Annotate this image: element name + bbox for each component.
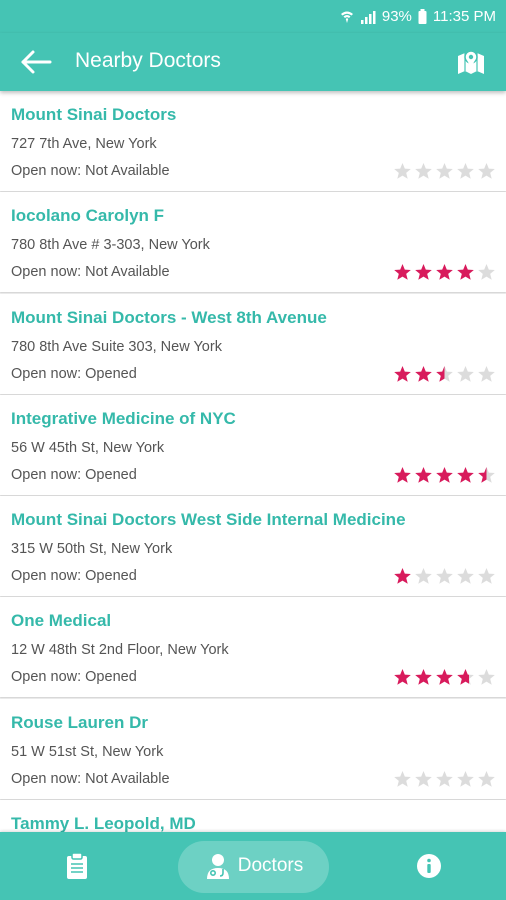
doctor-address: 780 8th Ave # 3-303, New York	[11, 237, 210, 254]
app-bar: Nearby Doctors	[0, 33, 506, 91]
rating-stars	[393, 567, 496, 585]
open-status: Open now: Opened	[11, 568, 137, 585]
star-icon	[394, 568, 411, 584]
rating-stars	[393, 263, 496, 281]
star-icon	[436, 466, 453, 483]
star-icon	[394, 365, 411, 382]
doctor-address: 315 W 50th St, New York	[11, 541, 173, 558]
doctor-card[interactable]: Mount Sinai Doctors West Side Internal M…	[0, 496, 506, 597]
star-icon	[457, 770, 474, 787]
star-icon	[478, 669, 495, 686]
status-bar: 93% 11:35 PM	[0, 0, 506, 33]
star-icon	[478, 568, 495, 584]
doctor-card[interactable]: Mount Sinai Doctors 727 7th Ave, New York…	[0, 91, 506, 191]
rating-stars	[393, 668, 496, 686]
doctor-icon	[206, 854, 229, 879]
doctor-card[interactable]: Rouse Lauren Dr 51 W 51st St, New York Ope…	[0, 698, 506, 799]
doctor-card[interactable]: Mount Sinai Doctors - West 8th Avenue 780…	[0, 293, 506, 394]
star-icon	[415, 669, 432, 686]
doctor-name[interactable]: Integrative Medicine of NYC	[11, 409, 236, 429]
open-status: Open now: Opened	[11, 669, 137, 686]
doctor-name[interactable]: Tammy L. Leopold, MD	[11, 814, 196, 832]
battery-percent: 93%	[381, 8, 412, 25]
doctor-name[interactable]: Mount Sinai Doctors West Side Internal M…	[11, 510, 406, 530]
star-icon	[436, 669, 453, 686]
doctor-list: Mount Sinai Doctors 727 7th Ave, New York…	[0, 91, 506, 832]
doctor-address: 12 W 48th St 2nd Floor, New York	[11, 642, 229, 659]
star-icon	[394, 264, 411, 281]
star-icon	[415, 365, 432, 382]
nav-item-doctors[interactable]: Doctors	[178, 832, 329, 900]
doctor-address: 51 W 51st St, New York	[11, 743, 164, 760]
star-icon	[436, 163, 453, 179]
doctor-address: 56 W 45th St, New York	[11, 439, 165, 456]
star-icon	[478, 770, 495, 787]
star-icon	[394, 466, 411, 483]
doctor-card[interactable]: One Medical 12 W 48th St 2nd Floor, New Y…	[0, 597, 506, 698]
star-icon	[436, 568, 453, 584]
bottom-navigation: Doctors	[0, 832, 506, 900]
signal-icon	[360, 10, 376, 24]
star-icon	[478, 264, 495, 281]
open-status: Open now: Not Available	[11, 264, 170, 281]
doctor-name[interactable]: Rouse Lauren Dr	[11, 713, 148, 733]
arrow-left-icon	[21, 50, 52, 74]
wifi-icon	[340, 11, 353, 23]
star-icon	[436, 770, 453, 787]
star-icon	[415, 264, 432, 281]
star-icon	[457, 466, 474, 483]
doctor-address: 780 8th Ave Suite 303, New York	[11, 338, 222, 355]
doctor-card[interactable]: Integrative Medicine of NYC 56 W 45th St,…	[0, 394, 506, 495]
doctor-name[interactable]: One Medical	[11, 611, 111, 631]
open-status: Open now: Not Available	[11, 163, 170, 179]
doctor-card[interactable]: Iocolano Carolyn F 780 8th Ave # 3-303, N…	[0, 192, 506, 293]
star-icon	[415, 466, 432, 483]
open-status: Open now: Opened	[11, 365, 137, 382]
star-icon	[478, 466, 495, 483]
map-marker-icon	[458, 50, 484, 74]
nav-item-list[interactable]	[40, 832, 114, 900]
open-status: Open now: Opened	[11, 466, 137, 483]
star-icon	[394, 669, 411, 686]
page-title: Nearby Doctors	[75, 49, 221, 72]
doctor-name[interactable]: Mount Sinai Doctors - West 8th Avenue	[11, 308, 327, 328]
star-icon	[478, 365, 495, 382]
open-status: Open now: Not Available	[11, 770, 170, 787]
star-icon	[415, 770, 432, 787]
star-icon	[394, 163, 411, 179]
clipboard-icon	[67, 852, 87, 879]
rating-stars	[393, 466, 496, 484]
rating-stars	[393, 162, 496, 180]
battery-icon	[418, 9, 427, 24]
star-icon	[457, 365, 474, 382]
star-icon	[478, 163, 495, 179]
rating-stars	[393, 770, 496, 788]
nav-item-info[interactable]	[392, 832, 466, 900]
doctor-address: 727 7th Ave, New York	[11, 136, 157, 152]
info-icon	[417, 854, 441, 878]
doctor-card[interactable]: Tammy L. Leopold, MD	[0, 800, 506, 832]
nav-doctors-label: Doctors	[237, 855, 304, 876]
map-button[interactable]	[456, 47, 486, 77]
clock-time: 11:35 PM	[432, 8, 496, 25]
doctor-name[interactable]: Mount Sinai Doctors	[11, 105, 176, 125]
star-icon	[415, 163, 432, 179]
star-icon	[436, 264, 453, 281]
star-icon	[436, 365, 453, 382]
doctor-name[interactable]: Iocolano Carolyn F	[11, 206, 164, 226]
star-icon	[394, 770, 411, 787]
star-icon	[415, 568, 432, 584]
rating-stars	[393, 365, 496, 383]
star-icon	[457, 568, 474, 584]
star-icon	[457, 264, 474, 281]
star-icon	[457, 669, 474, 686]
back-button[interactable]	[20, 48, 54, 76]
star-icon	[457, 163, 474, 179]
